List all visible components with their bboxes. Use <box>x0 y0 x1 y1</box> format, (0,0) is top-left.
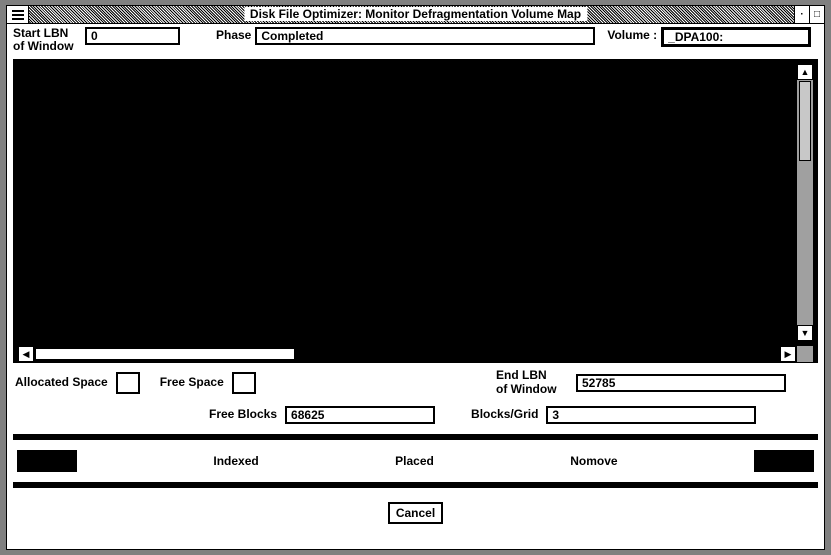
start-lbn-label: Start LBN of Window <box>13 27 81 53</box>
volume-label: Volume : <box>607 27 657 42</box>
cancel-button[interactable]: Cancel <box>388 502 443 524</box>
scroll-right-button[interactable]: ▶ <box>780 346 796 362</box>
blocks-grid-field: 3 <box>546 406 756 424</box>
scroll-down-button[interactable]: ▼ <box>797 325 813 341</box>
phase-field: Completed <box>255 27 595 45</box>
vertical-scrollbar[interactable]: ▲ ▼ <box>796 64 813 341</box>
vertical-scroll-thumb[interactable] <box>799 81 811 161</box>
header-row: Start LBN of Window 0 Phase Completed Vo… <box>7 24 824 59</box>
scroll-up-button[interactable]: ▲ <box>797 64 813 80</box>
horizontal-scroll-row: ◀ ▶ <box>13 346 818 363</box>
scroll-corner <box>796 346 813 362</box>
main-window: Disk File Optimizer: Monitor Defragmenta… <box>6 5 825 550</box>
volume-map-area: ▲ ▼ <box>13 59 818 346</box>
legend-area: Allocated Space Free Space End LBN of Wi… <box>7 363 824 423</box>
legend-row-1: Allocated Space Free Space End LBN of Wi… <box>15 369 816 395</box>
free-blocks-field: 68625 <box>285 406 435 424</box>
start-lbn-field[interactable]: 0 <box>85 27 180 45</box>
free-blocks-label: Free Blocks <box>209 408 277 421</box>
status-swatch-right <box>754 450 814 472</box>
blocks-grid-label: Blocks/Grid <box>471 408 538 421</box>
legend-row-2: Free Blocks 68625 Blocks/Grid 3 <box>15 406 816 424</box>
allocated-space-swatch <box>116 372 140 394</box>
volume-map-canvas[interactable] <box>18 64 796 341</box>
free-space-label: Free Space <box>160 376 224 389</box>
allocated-space-label: Allocated Space <box>15 376 108 389</box>
minimize-button[interactable]: · <box>794 6 809 23</box>
end-lbn-field: 52785 <box>576 374 786 392</box>
titlebar-controls: · □ <box>794 6 824 23</box>
status-row: Indexed Placed Nomove <box>7 444 824 478</box>
horizontal-scroll-thumb[interactable] <box>35 348 295 360</box>
free-space-swatch <box>232 372 256 394</box>
button-row: Cancel <box>7 492 824 534</box>
nomove-label: Nomove <box>570 454 617 468</box>
placed-label: Placed <box>395 454 434 468</box>
titlebar: Disk File Optimizer: Monitor Defragmenta… <box>7 6 824 24</box>
end-lbn-label: End LBN of Window <box>496 369 568 395</box>
scroll-left-button[interactable]: ◀ <box>18 346 34 362</box>
menu-icon <box>12 14 24 16</box>
status-swatch-left <box>17 450 77 472</box>
maximize-button[interactable]: □ <box>809 6 824 23</box>
divider-1 <box>13 434 818 440</box>
indexed-label: Indexed <box>213 454 258 468</box>
window-title: Disk File Optimizer: Monitor Defragmenta… <box>244 7 587 21</box>
horizontal-scrollbar[interactable]: ◀ ▶ <box>18 346 796 362</box>
volume-field[interactable]: _DPA100: <box>661 27 811 47</box>
window-menu-button[interactable] <box>7 6 29 23</box>
phase-label: Phase <box>216 27 251 42</box>
divider-2 <box>13 482 818 488</box>
